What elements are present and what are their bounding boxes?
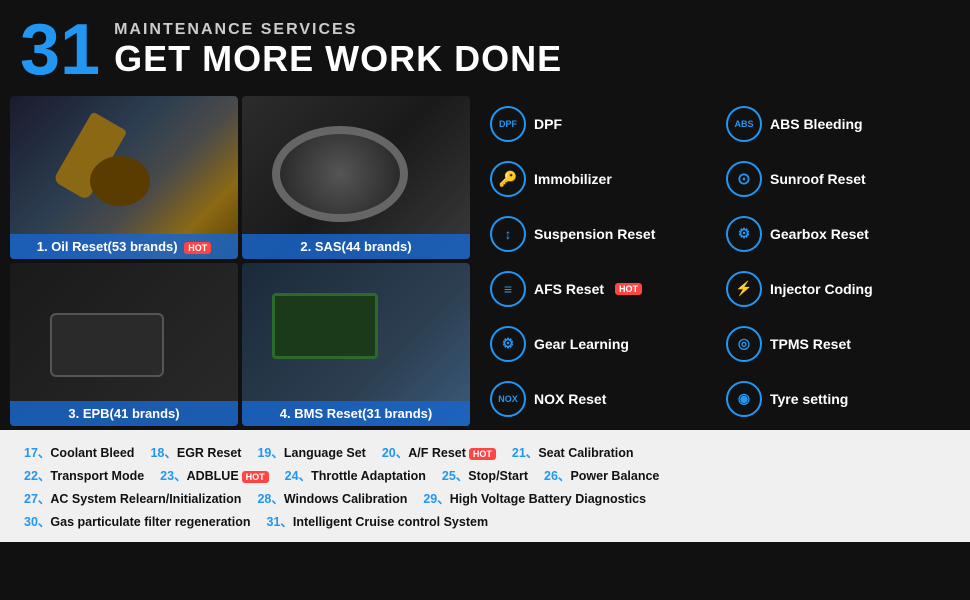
bottom-row-4: 30、Gas particulate filter regeneration 3… <box>16 509 954 532</box>
bottom-item-23: 23、ADBLUEHOT <box>152 463 277 486</box>
immobilizer-icon: 🔑 <box>490 161 526 197</box>
photo-bms-label: 4. BMS Reset(31 brands) <box>242 401 470 426</box>
bottom-item-31: 31、Intelligent Cruise control System <box>258 509 496 532</box>
service-abs: ABS ABS Bleeding <box>720 96 956 151</box>
bottom-row-3: 27、AC System Relearn/Initialization 28、W… <box>16 486 954 509</box>
bottom-row-2: 22、Transport Mode 23、ADBLUEHOT 24、Thrott… <box>16 463 954 486</box>
bottom-item-18: 18、EGR Reset <box>142 440 249 463</box>
bottom-item-28: 28、Windows Calibration <box>249 486 415 509</box>
hot-badge-af: HOT <box>469 448 496 460</box>
header-number: 31 <box>20 14 100 86</box>
bottom-item-21: 21、Seat Calibration <box>504 440 642 463</box>
bottom-item-27: 27、AC System Relearn/Initialization <box>16 486 249 509</box>
bottom-item-22: 22、Transport Mode <box>16 463 152 486</box>
bottom-item-25: 25、Stop/Start <box>434 463 536 486</box>
sunroof-icon: ⊙ <box>726 161 762 197</box>
dpf-icon: DPF <box>490 106 526 142</box>
service-dpf-name: DPF <box>534 116 562 132</box>
photo-sas: 2. SAS(44 brands) <box>242 96 470 259</box>
service-tpms-name: TPMS Reset <box>770 336 851 352</box>
service-abs-name: ABS Bleeding <box>770 116 863 132</box>
service-nox: NOX NOX Reset <box>484 371 720 426</box>
bottom-item-24: 24、Throttle Adaptation <box>277 463 434 486</box>
bottom-item-29: 29、High Voltage Battery Diagnostics <box>415 486 654 509</box>
service-dpf: DPF DPF <box>484 96 720 151</box>
bottom-row-1: 17、Coolant Bleed 18、EGR Reset 19、Languag… <box>16 440 954 463</box>
bottom-item-19: 19、Language Set <box>249 440 373 463</box>
photo-oil-reset: 1. Oil Reset(53 brands) HOT <box>10 96 238 259</box>
service-gearbox-name: Gearbox Reset <box>770 226 869 242</box>
injector-icon: ⚡ <box>726 271 762 307</box>
service-tpms: ◎ TPMS Reset <box>720 316 956 371</box>
gearbox-icon: ⚙ <box>726 216 762 252</box>
bottom-item-17: 17、Coolant Bleed <box>16 440 142 463</box>
service-immobilizer: 🔑 Immobilizer <box>484 151 720 206</box>
photo-epb-label: 3. EPB(41 brands) <box>10 401 238 426</box>
service-tyre: ◉ Tyre setting <box>720 371 956 426</box>
service-injector: ⚡ Injector Coding <box>720 261 956 316</box>
tyre-icon: ◉ <box>726 381 762 417</box>
bottom-item-26: 26、Power Balance <box>536 463 667 486</box>
photo-grid: 1. Oil Reset(53 brands) HOT 2. SAS(44 br… <box>10 96 470 426</box>
bottom-item-30: 30、Gas particulate filter regeneration <box>16 509 258 532</box>
service-gear-learning: ⚙ Gear Learning <box>484 316 720 371</box>
service-tyre-name: Tyre setting <box>770 391 848 407</box>
service-afs-name: AFS Reset <box>534 281 604 297</box>
main-content: 1. Oil Reset(53 brands) HOT 2. SAS(44 br… <box>0 96 970 426</box>
gear-learning-icon: ⚙ <box>490 326 526 362</box>
service-gear-learning-name: Gear Learning <box>534 336 629 352</box>
photo-bms: 4. BMS Reset(31 brands) <box>242 263 470 426</box>
afs-icon: ≡ <box>490 271 526 307</box>
header-text: MAINTENANCE SERVICES GET MORE WORK DONE <box>114 21 562 79</box>
service-immobilizer-name: Immobilizer <box>534 171 612 187</box>
service-suspension-name: Suspension Reset <box>534 226 655 242</box>
main-container: 31 MAINTENANCE SERVICES GET MORE WORK DO… <box>0 0 970 600</box>
photo-epb: 3. EPB(41 brands) <box>10 263 238 426</box>
bottom-item-20: 20、A/F ResetHOT <box>374 440 504 463</box>
hot-badge-adblue: HOT <box>242 471 269 483</box>
service-injector-name: Injector Coding <box>770 281 873 297</box>
suspension-icon: ↕ <box>490 216 526 252</box>
service-nox-name: NOX Reset <box>534 391 606 407</box>
header: 31 MAINTENANCE SERVICES GET MORE WORK DO… <box>0 0 970 96</box>
hot-badge-oil: HOT <box>184 242 211 254</box>
hot-badge-afs: HOT <box>615 283 642 295</box>
service-sunroof: ⊙ Sunroof Reset <box>720 151 956 206</box>
service-suspension: ↕ Suspension Reset <box>484 206 720 261</box>
service-gearbox: ⚙ Gearbox Reset <box>720 206 956 261</box>
service-afs: ≡ AFS Reset HOT <box>484 261 720 316</box>
nox-icon: NOX <box>490 381 526 417</box>
photo-oil-label: 1. Oil Reset(53 brands) HOT <box>10 234 238 259</box>
photo-sas-label: 2. SAS(44 brands) <box>242 234 470 259</box>
header-title: GET MORE WORK DONE <box>114 39 562 79</box>
abs-icon: ABS <box>726 106 762 142</box>
services-list: DPF DPF ABS ABS Bleeding 🔑 Immobilizer ⊙… <box>480 96 960 426</box>
header-subtitle: MAINTENANCE SERVICES <box>114 21 562 39</box>
bottom-bar: 17、Coolant Bleed 18、EGR Reset 19、Languag… <box>0 430 970 542</box>
tpms-icon: ◎ <box>726 326 762 362</box>
service-sunroof-name: Sunroof Reset <box>770 171 866 187</box>
